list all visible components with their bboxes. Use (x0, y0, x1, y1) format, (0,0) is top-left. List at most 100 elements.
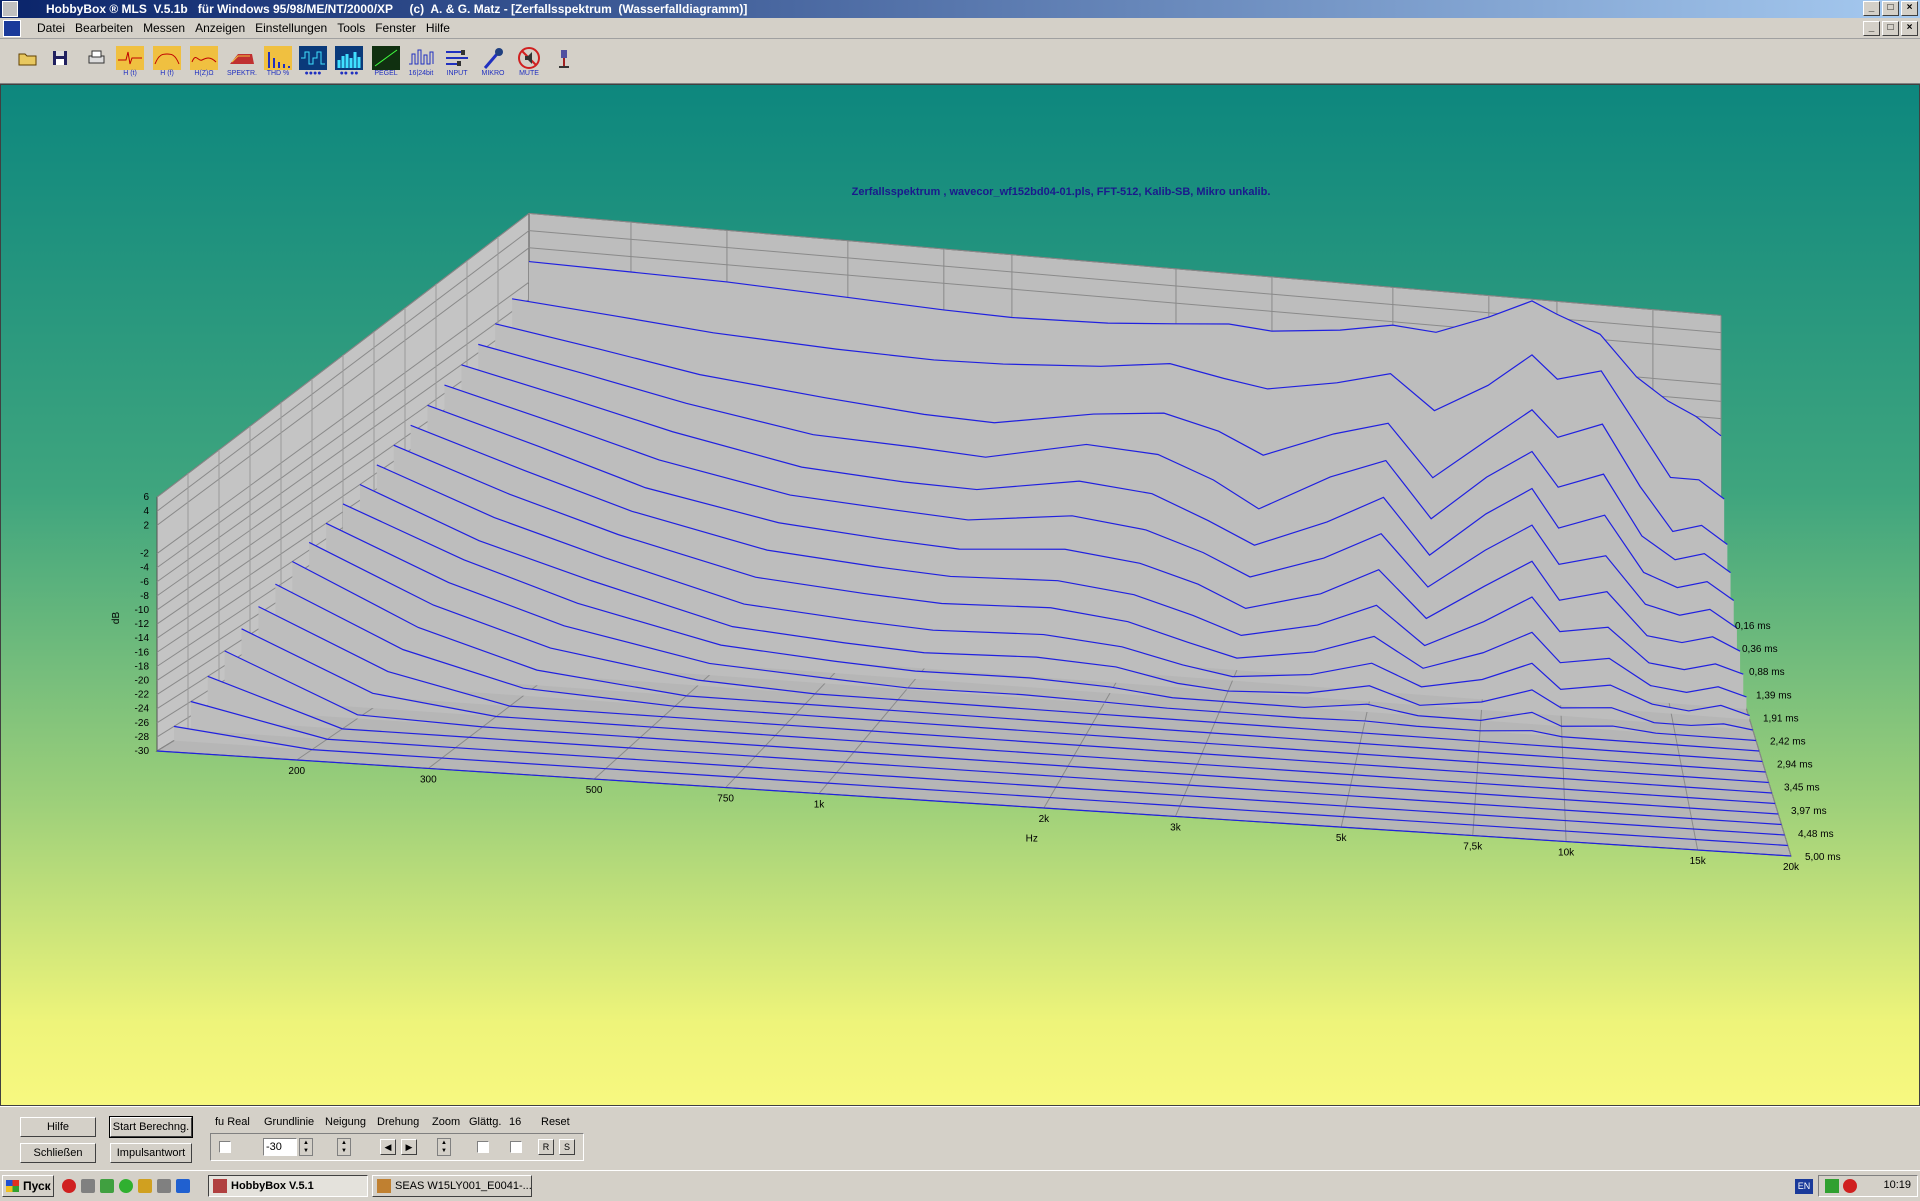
y-tick-label: -2 (140, 549, 149, 560)
tool-icon (559, 50, 569, 68)
task-seas[interactable]: SEAS W15LY001_E0041-... (372, 1175, 532, 1197)
hf-button[interactable]: H (f) (153, 46, 181, 80)
x-tick-label: 10k (1558, 848, 1575, 859)
waterfall-plot-area: 6 4 2 -2 -4 -6 -8 -10 -12 -14 -16 -18 -20 -22 -24 -26 -2… (0, 84, 1920, 1106)
reset-s-button[interactable]: S (559, 1139, 575, 1155)
y-tick-label: -26 (135, 718, 150, 729)
spektr-button[interactable]: SPEKTR. (227, 46, 257, 80)
z-tick-label: 5,00 ms (1805, 852, 1841, 863)
media-icon[interactable] (100, 1179, 114, 1193)
mute-caption: MUTE (519, 70, 539, 77)
analyzer-button[interactable]: ●● ●● (335, 46, 363, 80)
language-indicator[interactable]: EN (1795, 1179, 1813, 1194)
hobbybox-task-icon (213, 1179, 227, 1193)
y-tick-label: -30 (135, 746, 150, 757)
desktop-icon[interactable] (157, 1179, 171, 1193)
x-tick-label: 300 (420, 774, 437, 785)
mdi-minimize-button[interactable]: _ (1863, 21, 1880, 36)
grundlinie-spinner[interactable]: ▲ ▼ (299, 1138, 313, 1156)
zoom-spinner[interactable]: ▲ ▼ (437, 1138, 451, 1156)
impedance-icon (190, 46, 218, 70)
user-icon[interactable] (138, 1179, 152, 1193)
opera-icon[interactable] (62, 1179, 76, 1193)
label-neigung: Neigung (325, 1116, 366, 1128)
y-tick-label: -14 (135, 633, 150, 644)
label-reset: Reset (541, 1116, 570, 1128)
y-tick-label: -28 (135, 732, 150, 743)
menu-einstellungen[interactable]: Einstellungen (255, 21, 333, 35)
neigung-spinner[interactable]: ▲ ▼ (337, 1138, 351, 1156)
oscilloscope-caption: ●●●● (304, 70, 322, 77)
glaettung-checkbox[interactable] (477, 1141, 489, 1153)
title-bar: HobbyBox ® MLS V.5.1b für Windows 95/98/… (0, 0, 1920, 18)
label-grundlinie: Grundlinie (264, 1116, 315, 1128)
mdi-restore-button[interactable]: □ (1882, 21, 1899, 36)
waterfall-chart: 6 4 2 -2 -4 -6 -8 -10 -12 -14 -16 -18 -20 -22 -24 -26 -2… (111, 186, 1841, 873)
reset-r-button[interactable]: R (538, 1139, 554, 1155)
z-tick-label: 3,97 ms (1791, 806, 1827, 817)
bit-icon (409, 49, 434, 65)
y-tick-label: -18 (135, 661, 150, 672)
menu-bearbeiten[interactable]: Bearbeiten (75, 21, 139, 35)
tool-button[interactable] (551, 46, 579, 80)
open-button[interactable] (14, 46, 42, 80)
drehung-left-button[interactable]: ◀ (380, 1139, 396, 1155)
hz-button[interactable]: H(Z)Ω (190, 46, 218, 80)
y-tick-label: -4 (140, 563, 149, 574)
power-icon[interactable] (1843, 1179, 1857, 1193)
y-tick-label: 4 (143, 506, 149, 517)
close-button[interactable]: × (1901, 1, 1918, 16)
mute-icon (518, 47, 540, 69)
waterfall-icon (229, 54, 254, 64)
mdi-document-icon[interactable] (3, 20, 21, 37)
thd-icon (264, 46, 292, 70)
app-icon[interactable] (2, 1, 18, 17)
mikro-button[interactable]: MIKRO (479, 46, 507, 80)
start-button[interactable]: Пуск (2, 1175, 54, 1197)
minimize-button[interactable]: _ (1863, 1, 1880, 16)
print-button[interactable] (82, 46, 110, 80)
folder-icon (18, 53, 37, 66)
menu-messen[interactable]: Messen (143, 21, 191, 35)
z-tick-label: 1,91 ms (1763, 713, 1799, 724)
start-calculation-button[interactable]: Start Berechng. (109, 1116, 193, 1138)
ht-button[interactable]: H (t) (116, 46, 144, 80)
hilfe-button[interactable]: Hilfe (20, 1117, 96, 1137)
save-button[interactable] (46, 46, 74, 80)
grundlinie-input[interactable]: -30 (263, 1138, 297, 1156)
z-tick-label: 4,48 ms (1798, 829, 1834, 840)
task-hobbybox[interactable]: HobbyBox V.5.1 (208, 1175, 368, 1197)
ie-icon[interactable] (176, 1179, 190, 1193)
menu-fenster[interactable]: Fenster (375, 21, 422, 35)
x-tick-label: 2k (1039, 814, 1051, 825)
fu-real-checkbox[interactable] (219, 1141, 231, 1153)
drehung-right-button[interactable]: ▶ (401, 1139, 417, 1155)
close-panel-button[interactable]: Schließen (20, 1143, 96, 1163)
menu-hilfe[interactable]: Hilfe (426, 21, 456, 35)
network-icon[interactable] (1825, 1179, 1839, 1193)
restore-button[interactable]: □ (1882, 1, 1899, 16)
control-panel: Hilfe Start Berechng. Schließen Impulsan… (0, 1106, 1920, 1169)
oscilloscope-button[interactable]: ●●●● (299, 46, 327, 80)
menu-datei[interactable]: Datei (37, 21, 71, 35)
impulse-response-button[interactable]: Impulsantwort (110, 1143, 192, 1163)
z-tick-label: 2,94 ms (1777, 760, 1813, 771)
bit-caption: 16|24bit (408, 70, 434, 77)
menu-anzeigen[interactable]: Anzeigen (195, 21, 251, 35)
option-checkbox[interactable] (510, 1141, 522, 1153)
x-tick-label: 750 (717, 794, 734, 805)
explorer-icon[interactable] (81, 1179, 95, 1193)
pegel-button[interactable]: PEGEL (372, 46, 400, 80)
thd-button[interactable]: THD % (264, 46, 292, 80)
x-tick-label: 1k (814, 800, 826, 811)
mute-button[interactable]: MUTE (515, 46, 543, 80)
icq-icon[interactable] (119, 1179, 133, 1193)
input-button[interactable]: INPUT (443, 46, 471, 80)
bit-button[interactable]: 16|24bit (407, 46, 435, 80)
input-caption: INPUT (446, 70, 468, 77)
menu-tools[interactable]: Tools (337, 21, 371, 35)
task-seas-label: SEAS W15LY001_E0041-... (395, 1180, 532, 1192)
mdi-close-button[interactable]: × (1901, 21, 1918, 36)
system-tray: EN 10:19 (1795, 1175, 1918, 1197)
spektr-caption: SPEKTR. (227, 70, 257, 77)
